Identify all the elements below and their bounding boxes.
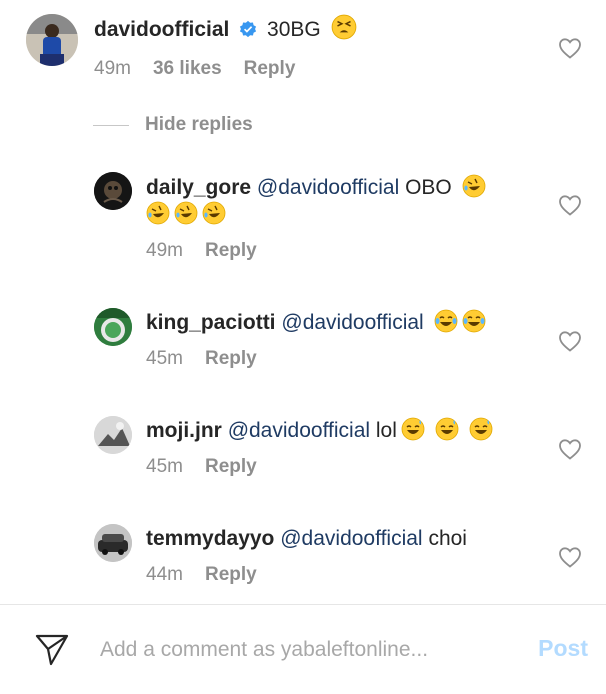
reply-button[interactable]: Reply xyxy=(205,348,257,369)
avatar-image-icon xyxy=(94,308,132,346)
comment-text: daily_gore @davidoofficial OBO xyxy=(146,173,486,203)
like-heart-icon[interactable] xyxy=(558,438,582,460)
send-direct-icon[interactable] xyxy=(34,631,70,667)
reply-button[interactable]: Reply xyxy=(205,240,257,261)
avatar[interactable] xyxy=(94,524,132,562)
reply-comment: moji.jnr @davidoofficial lol 45m Reply xyxy=(0,404,606,494)
reply-button[interactable]: Reply xyxy=(244,58,296,79)
like-heart-icon[interactable] xyxy=(558,194,582,216)
grinning-sweat-emoji-icon xyxy=(469,417,493,441)
tears-of-joy-emoji-icon xyxy=(462,309,486,333)
avatar-image-icon xyxy=(94,524,132,562)
divider-line xyxy=(93,124,129,126)
rofl-emoji-icon xyxy=(462,174,486,198)
avatar[interactable] xyxy=(94,308,132,346)
mention-link[interactable]: @davidoofficial xyxy=(228,419,370,442)
username-link[interactable]: king_paciotti xyxy=(146,311,276,334)
rofl-emoji-icon xyxy=(146,201,170,225)
username-link[interactable]: davidoofficial xyxy=(94,18,229,41)
comment-meta: 45m Reply xyxy=(146,348,257,370)
comment-meta: 44m Reply xyxy=(146,564,257,586)
timestamp: 49m xyxy=(146,240,183,261)
main-comment: davidoofficial 30BG 49m 36 likes Reply xyxy=(0,0,606,100)
username-link[interactable]: daily_gore xyxy=(146,176,251,199)
comment-text: moji.jnr @davidoofficial lol xyxy=(146,416,493,446)
reply-button[interactable]: Reply xyxy=(205,456,257,477)
mention-link[interactable]: @davidoofficial xyxy=(281,311,423,334)
verified-badge-icon xyxy=(240,20,257,38)
comment-text-continued xyxy=(146,200,226,230)
avatar[interactable] xyxy=(94,416,132,454)
avatar-image-icon xyxy=(94,172,132,210)
reply-comment: daily_gore @davidoofficial OBO 49m Reply xyxy=(0,160,606,270)
comment-text: davidoofficial 30BG xyxy=(94,14,357,45)
timestamp: 45m xyxy=(146,348,183,369)
avatar-image-icon xyxy=(26,14,78,66)
hide-replies-label: Hide replies xyxy=(145,114,253,135)
timestamp: 44m xyxy=(146,564,183,585)
comment-meta: 49m 36 likes Reply xyxy=(94,58,295,80)
reply-comment: king_paciotti @davidoofficial 45m Reply xyxy=(0,296,606,386)
comment-input[interactable] xyxy=(100,635,500,665)
avatar[interactable] xyxy=(26,14,78,66)
likes-count[interactable]: 36 likes xyxy=(153,58,222,79)
comment-meta: 49m Reply xyxy=(146,240,257,262)
comment-text: temmydayyo @davidoofficial choi xyxy=(146,524,467,554)
rofl-emoji-icon xyxy=(174,201,198,225)
hide-replies-button[interactable]: Hide replies xyxy=(93,114,253,136)
comment-body: 30BG xyxy=(267,18,321,41)
avatar-image-icon xyxy=(94,416,132,454)
comment-body: choi xyxy=(428,527,467,550)
post-button[interactable]: Post xyxy=(538,635,588,662)
mention-link[interactable]: @davidoofficial xyxy=(280,527,422,550)
timestamp: 45m xyxy=(146,456,183,477)
grinning-sweat-emoji-icon xyxy=(435,417,459,441)
like-heart-icon[interactable] xyxy=(558,37,582,59)
comment-body: OBO xyxy=(405,176,452,199)
reply-comment: temmydayyo @davidoofficial choi 44m Reply xyxy=(0,512,606,602)
username-link[interactable]: temmydayyo xyxy=(146,527,274,550)
comment-text: king_paciotti @davidoofficial xyxy=(146,308,486,338)
grinning-sweat-emoji-icon xyxy=(401,417,425,441)
like-heart-icon[interactable] xyxy=(558,330,582,352)
mention-link[interactable]: @davidoofficial xyxy=(257,176,399,199)
username-link[interactable]: moji.jnr xyxy=(146,419,222,442)
like-heart-icon[interactable] xyxy=(558,546,582,568)
tears-of-joy-emoji-icon xyxy=(434,309,458,333)
tired-face-emoji-icon xyxy=(331,14,357,40)
comment-meta: 45m Reply xyxy=(146,456,257,478)
rofl-emoji-icon xyxy=(202,201,226,225)
reply-button[interactable]: Reply xyxy=(205,564,257,585)
avatar[interactable] xyxy=(94,172,132,210)
comment-composer: Post xyxy=(0,604,606,694)
timestamp: 49m xyxy=(94,58,131,79)
comment-body: lol xyxy=(375,419,397,442)
